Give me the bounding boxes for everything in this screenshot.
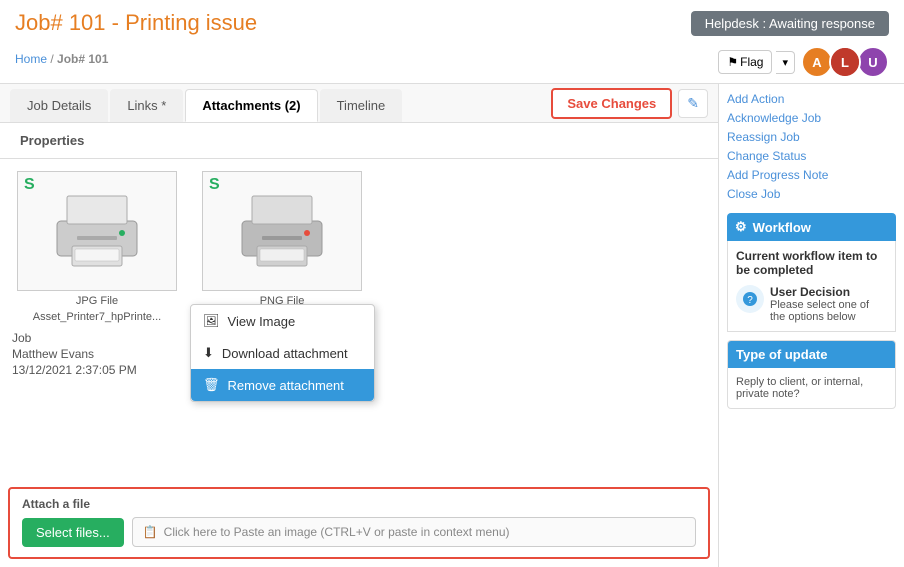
- job-number: Job# 101: [15, 10, 106, 35]
- sub-tab-properties[interactable]: Properties: [12, 129, 92, 152]
- action-close-job[interactable]: Close Job: [727, 187, 896, 201]
- type-update-section: Type of update Reply to client, or inter…: [727, 340, 896, 409]
- right-sidebar: Add Action Acknowledge Job Reassign Job …: [719, 84, 904, 567]
- flag-icon: ⚑: [727, 55, 738, 69]
- flag-button[interactable]: ⚑ Flag: [718, 50, 772, 74]
- action-links: Add Action Acknowledge Job Reassign Job …: [727, 92, 896, 201]
- avatar-u: U: [857, 46, 889, 78]
- edit-icon-button[interactable]: ✎: [678, 89, 708, 118]
- action-add-action[interactable]: Add Action: [727, 92, 896, 106]
- download-icon: ⬇: [203, 345, 214, 361]
- page-title: Job# 101 - Printing issue: [15, 10, 257, 36]
- attachments-area: S JPG File Asset: [0, 159, 718, 487]
- action-reassign-job[interactable]: Reassign Job: [727, 130, 896, 144]
- paste-placeholder: Click here to Paste an image (CTRL+V or …: [164, 525, 510, 539]
- select-files-button[interactable]: Select files...: [22, 518, 124, 547]
- status-badge: Helpdesk : Awaiting response: [691, 11, 889, 36]
- breadcrumb-current: Job# 101: [57, 52, 108, 66]
- printer-image-1: [47, 186, 147, 276]
- s-badge-2: S: [209, 176, 220, 194]
- attach-controls: Select files... 📋 Click here to Paste an…: [22, 517, 696, 547]
- attachment-type-1: JPG File: [76, 295, 118, 307]
- attachment-grid: S JPG File Asset: [12, 171, 706, 323]
- main-panel: Job Details Links * Attachments (2) Time…: [0, 84, 719, 567]
- tab-job-details[interactable]: Job Details: [10, 89, 108, 122]
- view-image-icon: 🖼: [203, 313, 220, 329]
- attachment-filename-1: Asset_Printer7_hpPrinte...: [33, 311, 161, 323]
- tab-links[interactable]: Links *: [110, 89, 183, 122]
- job-title-text: - Printing issue: [106, 10, 258, 35]
- tab-timeline[interactable]: Timeline: [320, 89, 403, 122]
- action-acknowledge-job[interactable]: Acknowledge Job: [727, 111, 896, 125]
- workflow-icon: ⚙: [735, 219, 747, 235]
- header: Job# 101 - Printing issue Helpdesk : Awa…: [0, 0, 904, 84]
- breadcrumb: Home / Job# 101: [15, 52, 108, 66]
- action-change-status[interactable]: Change Status: [727, 149, 896, 163]
- breadcrumb-home[interactable]: Home: [15, 52, 47, 66]
- flag-dropdown[interactable]: ▾: [776, 51, 795, 74]
- workflow-current: Current workflow item to be completed: [736, 249, 887, 277]
- attachment-thumb-1[interactable]: S: [17, 171, 177, 291]
- avatar-l: L: [829, 46, 861, 78]
- decision-svg: ?: [742, 291, 758, 307]
- context-menu-remove[interactable]: 🗑 Remove attachment: [191, 369, 374, 401]
- attach-file-label: Attach a file: [22, 497, 696, 511]
- context-menu-view-image[interactable]: 🖼 View Image: [191, 305, 374, 337]
- remove-icon: 🗑: [203, 377, 220, 393]
- avatar-group: A L U: [801, 46, 889, 78]
- workflow-item: ? User Decision Please select one of the…: [736, 285, 887, 323]
- s-badge-1: S: [24, 176, 35, 194]
- printer-image-2: [232, 186, 332, 276]
- context-menu-download[interactable]: ⬇ Download attachment: [191, 337, 374, 369]
- context-menu: 🖼 View Image ⬇ Download attachment 🗑 Rem…: [190, 304, 375, 402]
- tabs-bar: Job Details Links * Attachments (2) Time…: [0, 84, 718, 123]
- attach-file-section: Attach a file Select files... 📋 Click he…: [8, 487, 710, 559]
- action-add-progress-note[interactable]: Add Progress Note: [727, 168, 896, 182]
- workflow-item-title: User Decision: [770, 285, 850, 299]
- attachment-item-1: S JPG File Asset: [12, 171, 182, 323]
- paste-area[interactable]: 📋 Click here to Paste an image (CTRL+V o…: [132, 517, 696, 547]
- attachment-item-2: S PNG File Broken_Printer.png..: [197, 171, 367, 323]
- header-actions: ⚑ Flag ▾ A L U: [718, 46, 889, 78]
- remove-label: Remove attachment: [228, 378, 344, 393]
- save-changes-button[interactable]: Save Changes: [551, 88, 672, 119]
- workflow-text: User Decision Please select one of the o…: [770, 285, 887, 323]
- download-label: Download attachment: [222, 346, 348, 361]
- view-image-label: View Image: [228, 314, 296, 329]
- workflow-body: Current workflow item to be completed ? …: [727, 241, 896, 332]
- attachment-thumb-2[interactable]: S: [202, 171, 362, 291]
- header-top: Job# 101 - Printing issue Helpdesk : Awa…: [15, 10, 889, 36]
- workflow-item-desc: Please select one of the options below: [770, 299, 869, 323]
- workflow-title: Workflow: [753, 220, 811, 235]
- sub-tabs: Properties: [0, 123, 718, 159]
- tab-attachments[interactable]: Attachments (2): [185, 89, 317, 122]
- content-area: Job Details Links * Attachments (2) Time…: [0, 84, 904, 567]
- svg-text:?: ?: [747, 295, 753, 306]
- flag-label: Flag: [740, 55, 763, 69]
- workflow-section: ⚙ Workflow: [727, 213, 896, 241]
- type-update-body: Reply to client, or internal, private no…: [728, 368, 895, 408]
- main-container: Job# 101 - Printing issue Helpdesk : Awa…: [0, 0, 904, 567]
- paste-icon: 📋: [143, 525, 158, 539]
- type-update-header: Type of update: [728, 341, 895, 368]
- user-decision-icon: ?: [736, 285, 764, 313]
